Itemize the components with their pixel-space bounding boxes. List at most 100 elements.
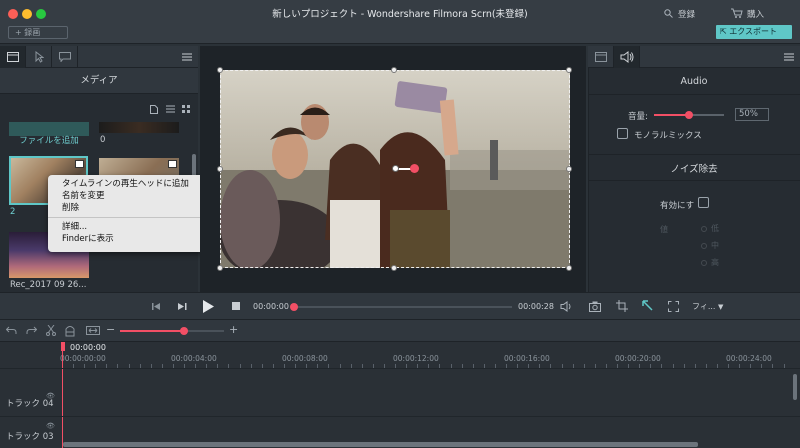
track-divider	[0, 368, 800, 369]
tab-audio-props[interactable]	[614, 46, 640, 68]
tab-media[interactable]	[0, 46, 26, 68]
resize-handle-bl[interactable]	[217, 265, 223, 271]
export-button[interactable]: ⇱ エクスポート	[716, 25, 792, 39]
chevron-down-icon: ▼	[718, 303, 724, 311]
noise-level-high-radio[interactable]	[701, 260, 707, 266]
noise-level-mid-radio[interactable]	[701, 243, 707, 249]
resize-handle-tr[interactable]	[566, 67, 572, 73]
menu-item-details[interactable]: 詳細...	[48, 221, 205, 233]
timeline-vertical-scrollbar[interactable]	[793, 374, 797, 400]
tab-video-props[interactable]	[588, 46, 614, 68]
video-clip-icon	[75, 160, 84, 168]
media-thumbnail[interactable]	[99, 122, 179, 133]
video-preview[interactable]	[220, 70, 570, 268]
video-clip-icon	[168, 160, 177, 168]
noise-enable-label: 有効にす	[660, 201, 695, 211]
playback-scrubber-knob[interactable]	[290, 303, 298, 311]
playhead-line	[62, 342, 63, 448]
mono-mix-label: モノラルミックス	[634, 131, 702, 141]
fit-timeline-icon[interactable]	[86, 326, 100, 335]
divider	[588, 154, 800, 155]
menu-separator	[48, 217, 205, 218]
play-icon[interactable]	[203, 300, 214, 313]
zoom-slider-fill	[120, 330, 184, 332]
properties-tabs	[588, 46, 800, 68]
add-file-label: ファイルを追加	[19, 136, 79, 146]
zoom-in-icon[interactable]: +	[229, 323, 238, 336]
media-panel-title: メディア	[0, 68, 198, 94]
menu-icon[interactable]	[784, 53, 794, 61]
eye-icon[interactable]: 👁	[46, 422, 55, 430]
export-label: エクスポート	[729, 27, 778, 36]
zoom-slider[interactable]	[120, 327, 224, 335]
context-menu: タイムラインの再生ヘッドに追加 名前を変更 削除 詳細... Finderに表示	[48, 175, 205, 252]
cut-icon[interactable]	[46, 325, 56, 336]
menu-icon[interactable]	[182, 53, 192, 61]
volume-slider[interactable]	[654, 111, 724, 119]
playback-controls: 00:00:00 00:00:28 フィ... ▼	[0, 292, 800, 320]
center-handle[interactable]	[392, 165, 399, 172]
fullscreen-icon[interactable]	[668, 301, 679, 312]
previous-frame-icon[interactable]	[152, 302, 161, 311]
media-clip-label-selected: 2	[10, 207, 16, 217]
playhead-time: 00:00:00	[70, 343, 106, 352]
noise-level-mid-label: 中	[711, 241, 719, 250]
mono-mix-checkbox[interactable]	[617, 128, 628, 139]
tab-caption[interactable]	[52, 46, 78, 68]
playback-scrubber[interactable]	[294, 306, 512, 308]
redo-icon[interactable]	[26, 326, 37, 335]
volume-slider-fill	[654, 114, 689, 116]
volume-icon[interactable]	[560, 301, 573, 312]
noise-level-label: 値	[660, 225, 668, 234]
timeline-toolbar: − +	[0, 320, 800, 342]
undo-icon[interactable]	[6, 326, 17, 335]
cart-icon	[731, 8, 743, 18]
menu-item-rename[interactable]: 名前を変更	[48, 190, 205, 202]
rotate-handle[interactable]	[410, 164, 419, 173]
tab-cursor[interactable]	[26, 46, 52, 68]
menu-item-delete[interactable]: 削除	[48, 202, 205, 214]
timeline-horizontal-scrollbar[interactable]	[63, 442, 698, 447]
snapshot-icon[interactable]	[589, 301, 601, 312]
grid-view-icon[interactable]	[182, 105, 190, 113]
noise-level-low-radio[interactable]	[701, 226, 707, 232]
track-divider	[0, 416, 800, 417]
noise-level-low-label: 低	[711, 224, 719, 233]
resize-handle-tl[interactable]	[217, 67, 223, 73]
current-time: 00:00:00	[253, 302, 289, 311]
divider	[588, 94, 800, 95]
menu-item-show-in-finder[interactable]: Finderに表示	[48, 233, 205, 245]
noise-section-title: ノイズ除去	[670, 164, 718, 175]
timeline-tracks: 👁 トラック 04 👁 トラック 03	[0, 342, 800, 448]
zoom-slider-knob[interactable]	[180, 327, 188, 335]
arrow-upleft-icon[interactable]	[642, 300, 653, 311]
timeline-ruler[interactable]: 00:00:00 00:00:00:00 00:00:04:00 00:00:0…	[0, 342, 800, 368]
volume-slider-knob[interactable]	[685, 111, 693, 119]
stop-icon[interactable]	[232, 302, 240, 310]
volume-label: 音量:	[628, 112, 648, 122]
noise-level-high-label: 高	[711, 258, 719, 267]
record-button[interactable]: + 録画	[8, 26, 68, 39]
fit-dropdown[interactable]: フィ... ▼	[692, 301, 723, 312]
resize-handle-l[interactable]	[217, 166, 223, 172]
resize-handle-r[interactable]	[566, 166, 572, 172]
next-frame-icon[interactable]	[178, 302, 187, 311]
list-view-icon[interactable]	[166, 105, 175, 113]
buy-link[interactable]: 購入	[747, 8, 764, 20]
resize-handle-t[interactable]	[391, 67, 397, 73]
zoom-out-icon[interactable]: −	[106, 323, 115, 336]
login-link[interactable]: 登録	[678, 8, 695, 20]
new-file-icon[interactable]	[150, 105, 158, 114]
track-label: トラック 04	[6, 399, 54, 409]
resize-handle-br[interactable]	[566, 265, 572, 271]
export-icon: ⇱	[720, 27, 727, 36]
menu-item-add-to-playhead[interactable]: タイムラインの再生ヘッドに追加	[48, 178, 205, 190]
volume-input[interactable]: 50%	[735, 108, 769, 121]
marker-icon[interactable]	[65, 324, 75, 337]
speaker-icon	[620, 51, 634, 63]
track-label: トラック 03	[6, 432, 54, 442]
crop-icon[interactable]	[616, 300, 628, 312]
search-icon	[664, 9, 673, 18]
noise-enable-checkbox[interactable]	[698, 197, 709, 208]
resize-handle-b[interactable]	[391, 265, 397, 271]
